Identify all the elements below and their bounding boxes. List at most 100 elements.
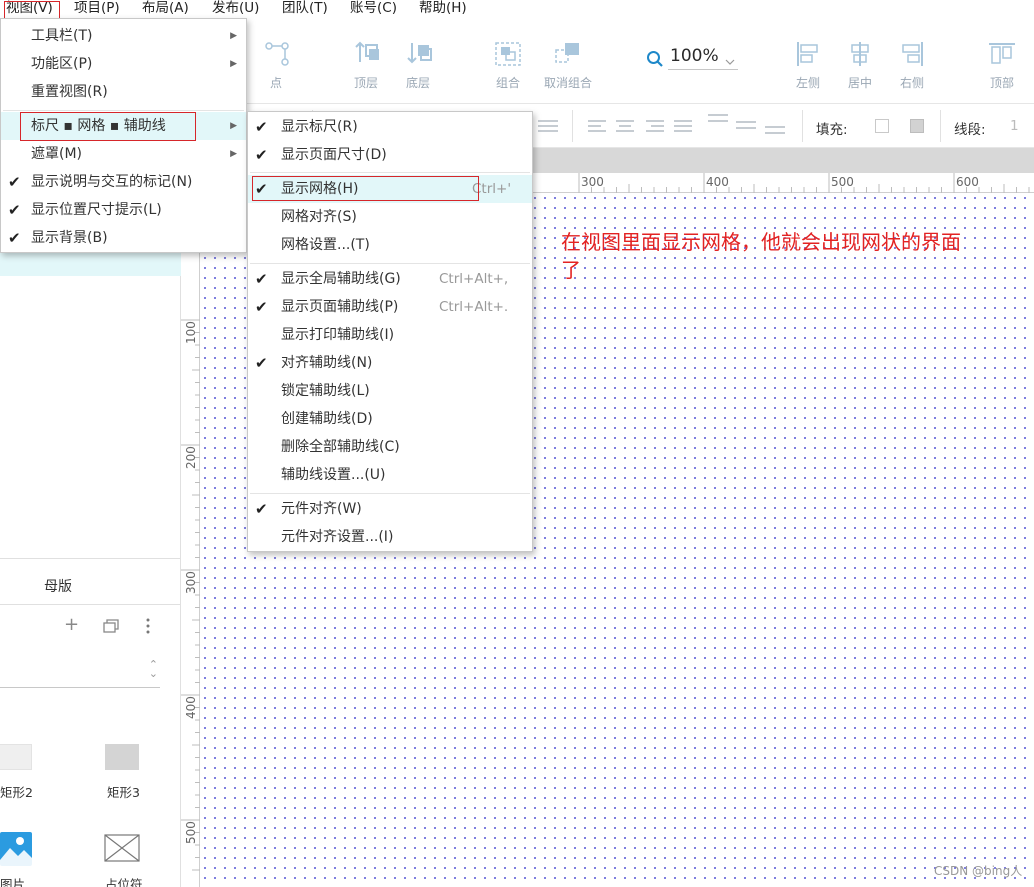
zoom-value: 100% [670, 46, 719, 66]
menu-view[interactable]: 视图(V) [6, 0, 53, 18]
menu-item-label: 标尺 ▪ 网格 ▪ 辅助线 [31, 118, 166, 134]
divider [802, 110, 803, 142]
align-left-label: 左侧 [795, 76, 820, 90]
menu-item-label: 显示页面辅助线(P) [281, 299, 399, 315]
submenu-arrow-icon: ▶ [230, 59, 237, 69]
align-top-button[interactable]: 顶部 [982, 40, 1022, 91]
align-top-icon [989, 43, 1015, 64]
widget-label: 矩形2 [0, 785, 33, 800]
menu-item-show-background[interactable]: ✔ 显示背景(B) [1, 224, 246, 252]
checkmark-icon: ✔ [255, 270, 268, 288]
text-align-left-icon[interactable] [587, 118, 607, 134]
library-select[interactable]: ⌃ ⌄ [0, 648, 160, 688]
menu-item-show-global-guides[interactable]: ✔ 显示全局辅助线(G) Ctrl+Alt+, [248, 265, 532, 293]
menu-team[interactable]: 团队(T) [282, 0, 328, 18]
zoom-selector[interactable]: 100% [646, 46, 738, 70]
submenu-arrow-icon: ▶ [230, 149, 237, 159]
menu-item-toolbar[interactable]: 工具栏(T) ▶ [1, 22, 246, 50]
justify-icon[interactable] [536, 118, 560, 134]
menu-item-label: 显示打印辅助线(I) [281, 327, 395, 343]
add-icon[interactable]: + [64, 614, 79, 635]
menu-item-show-page-guides[interactable]: ✔ 显示页面辅助线(P) Ctrl+Alt+. [248, 293, 532, 321]
send-to-back-icon [407, 43, 432, 64]
menu-item-show-grid[interactable]: ✔ 显示网格(H) Ctrl+' [248, 175, 532, 203]
segment-label: 线段: [954, 122, 986, 138]
menu-item-show-print-guides[interactable]: 显示打印辅助线(I) [248, 321, 532, 349]
ruler-grid-submenu: ✔ 显示标尺(R) ✔ 显示页面尺寸(D) ✔ 显示网格(H) Ctrl+' 网… [247, 111, 533, 552]
menu-project[interactable]: 项目(P) [74, 0, 120, 18]
checkmark-icon: ✔ [8, 229, 21, 247]
fill-color-swatch[interactable] [875, 119, 889, 133]
menu-item-label: 网格对齐(S) [281, 209, 357, 225]
menu-item-widget-snap-settings[interactable]: 元件对齐设置...(I) [248, 523, 532, 551]
menu-layout[interactable]: 布局(A) [142, 0, 189, 18]
text-align-justify-icon[interactable] [673, 118, 693, 134]
placeholder-widget-icon[interactable] [104, 834, 140, 862]
checkmark-icon: ✔ [255, 298, 268, 316]
menu-item-guide-settings[interactable]: 辅助线设置...(U) [248, 461, 532, 489]
menu-item-mask[interactable]: 遮罩(M) ▶ [1, 140, 246, 168]
search-icon [647, 51, 663, 67]
fill-shadow-swatch[interactable] [910, 119, 924, 133]
align-right-button[interactable]: 右侧 [892, 40, 932, 91]
menu-item-ribbon[interactable]: 功能区(P) ▶ [1, 50, 246, 78]
align-right-icon [902, 42, 923, 66]
menu-item-lock-guides[interactable]: 锁定辅助线(L) [248, 377, 532, 405]
menu-item-label: 重置视图(R) [31, 84, 108, 100]
checkmark-icon: ✔ [8, 201, 21, 219]
submenu-arrow-icon: ▶ [230, 121, 237, 131]
align-left-button[interactable]: 左侧 [788, 40, 828, 91]
tab-masters[interactable]: 母版 [44, 576, 72, 596]
menu-item-show-size-hints[interactable]: ✔ 显示位置尺寸提示(L) [1, 196, 246, 224]
menu-divider [3, 110, 244, 111]
menu-item-label: 显示全局辅助线(G) [281, 271, 401, 287]
menu-item-show-notes-markers[interactable]: ✔ 显示说明与交互的标记(N) [1, 168, 246, 196]
send-to-back-button[interactable]: 底层 [398, 40, 438, 91]
menu-item-label: 显示背景(B) [31, 230, 108, 246]
text-align-right-icon[interactable] [645, 118, 665, 134]
menu-item-label: 元件对齐设置...(I) [281, 529, 394, 545]
text-align-center-icon[interactable] [615, 118, 635, 134]
menu-item-label: 创建辅助线(D) [281, 411, 373, 427]
menu-item-grid-settings[interactable]: 网格设置...(T) [248, 231, 532, 259]
vertical-ruler: 100 200 300 400 500 [181, 193, 200, 887]
menu-item-show-ruler[interactable]: ✔ 显示标尺(R) [248, 113, 532, 141]
bring-to-front-button[interactable]: 顶层 [346, 40, 386, 91]
duplicate-icon[interactable] [102, 618, 120, 634]
rectangle2-widget-preview[interactable] [0, 744, 32, 770]
checkmark-icon: ✔ [255, 118, 268, 136]
align-center-button[interactable]: 居中 [840, 40, 880, 91]
menu-help[interactable]: 帮助(H) [419, 0, 467, 18]
submenu-arrow-icon: ▶ [230, 31, 237, 41]
image-widget-icon[interactable] [0, 832, 34, 866]
point-tool[interactable]: 点 [258, 40, 294, 91]
ruler-label: 300 [184, 571, 198, 594]
menu-item-ruler-grid-guides[interactable]: 标尺 ▪ 网格 ▪ 辅助线 ▶ [1, 112, 246, 140]
bottom-layer-label: 底层 [405, 76, 430, 90]
menu-item-create-guides[interactable]: 创建辅助线(D) [248, 405, 532, 433]
menu-item-snap-to-guides[interactable]: ✔ 对齐辅助线(N) [248, 349, 532, 377]
menu-item-delete-all-guides[interactable]: 删除全部辅助线(C) [248, 433, 532, 461]
watermark: CSDN @bing人 [934, 864, 1023, 878]
menu-account[interactable]: 账号(C) [350, 0, 397, 18]
rectangle3-widget-preview[interactable] [105, 744, 139, 770]
segment-input[interactable]: 1 [1010, 118, 1019, 134]
menu-publish[interactable]: 发布(U) [212, 0, 259, 18]
menu-item-show-page-size[interactable]: ✔ 显示页面尺寸(D) [248, 141, 532, 169]
menu-item-snap-to-grid[interactable]: 网格对齐(S) [248, 203, 532, 231]
divider [572, 110, 573, 142]
group-button[interactable]: 组合 [488, 40, 528, 91]
panel-divider [0, 558, 181, 559]
menu-item-snap-to-widgets[interactable]: ✔ 元件对齐(W) [248, 495, 532, 523]
text-valign-bottom-icon[interactable] [764, 116, 786, 138]
menu-item-reset-view[interactable]: 重置视图(R) [1, 78, 246, 106]
text-valign-top-icon[interactable] [707, 112, 729, 134]
view-menu: 工具栏(T) ▶ 功能区(P) ▶ 重置视图(R) 标尺 ▪ 网格 ▪ 辅助线 … [0, 18, 247, 253]
align-right-label: 右侧 [899, 76, 924, 90]
text-valign-middle-icon[interactable] [735, 114, 757, 136]
ruler-ticks [181, 319, 200, 871]
more-options-icon[interactable] [145, 618, 151, 634]
menu-item-label: 删除全部辅助线(C) [281, 439, 400, 455]
ungroup-button[interactable]: 取消组合 [540, 40, 596, 91]
menu-shortcut: Ctrl+Alt+, [439, 271, 509, 287]
